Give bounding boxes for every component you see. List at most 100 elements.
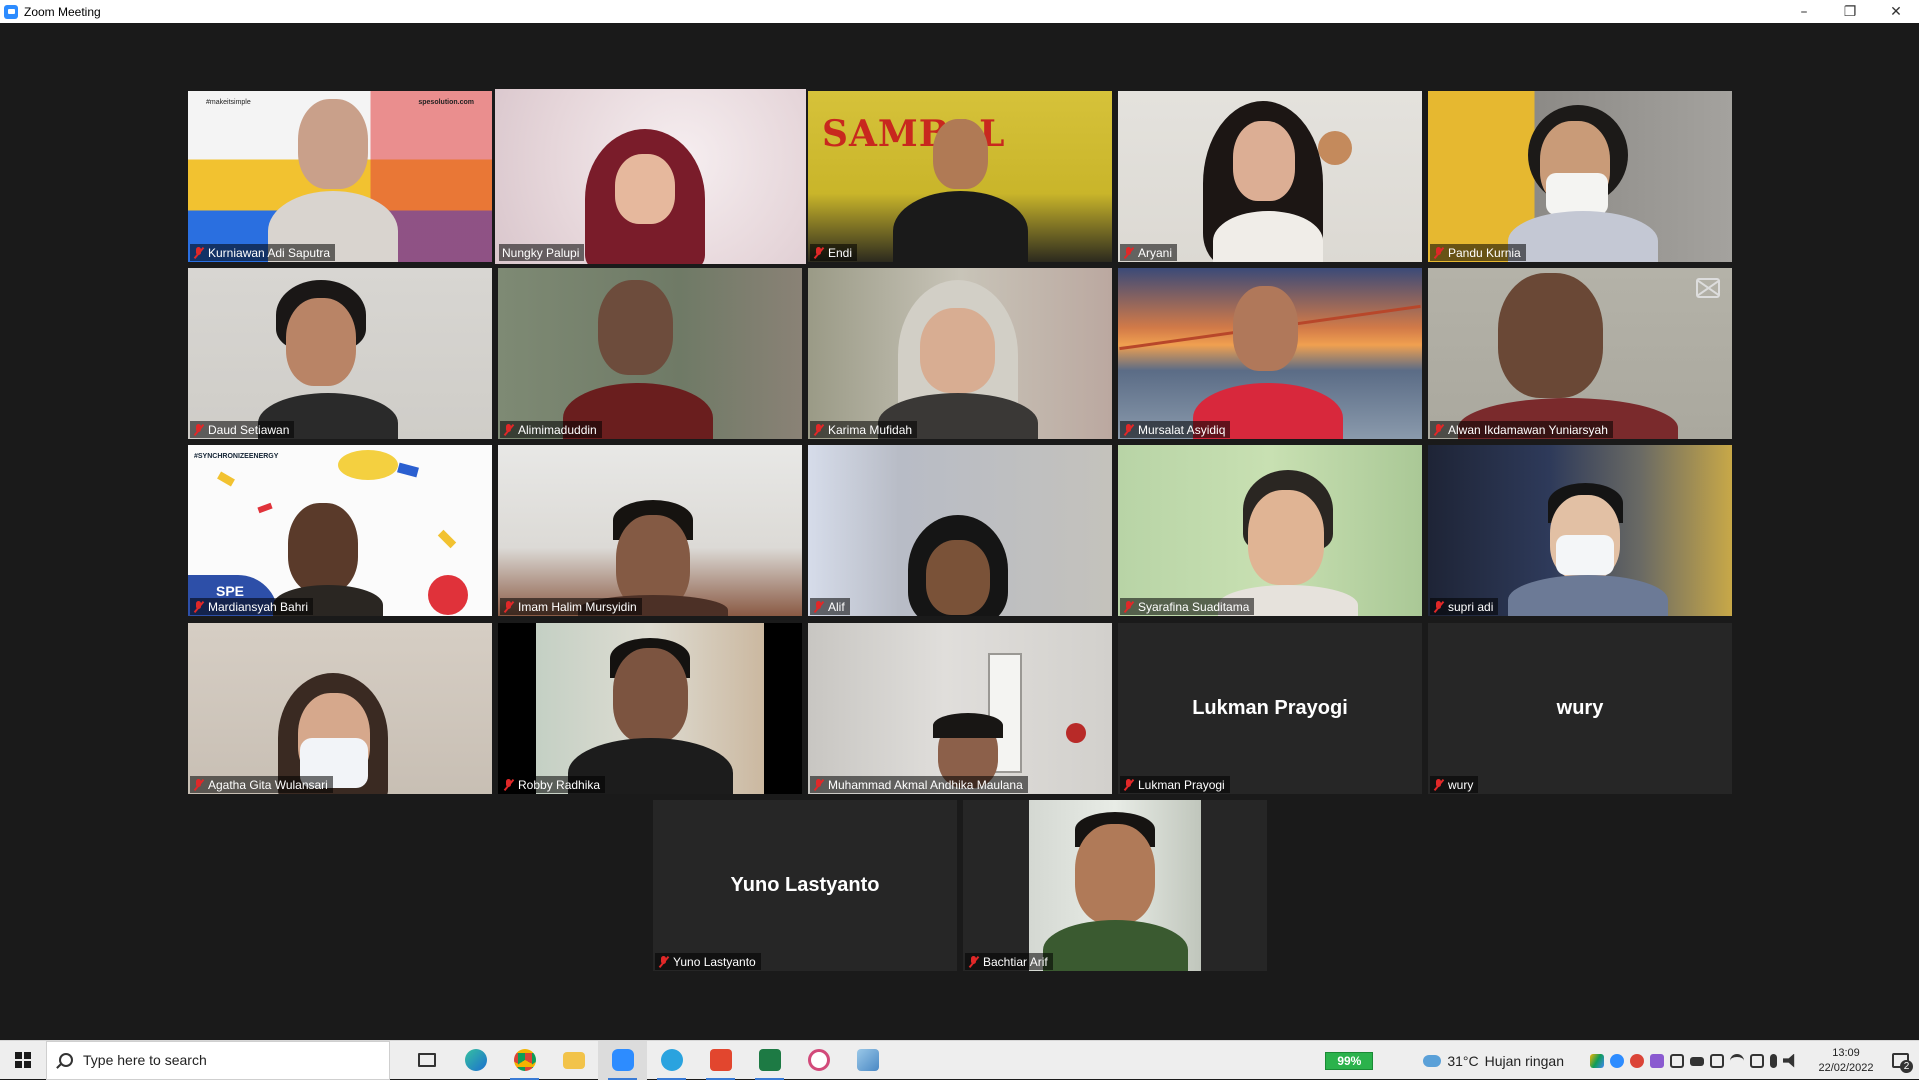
- google-drive-icon[interactable]: [1590, 1053, 1604, 1068]
- taskbar-app-zoom[interactable]: [598, 1040, 647, 1080]
- notification-center-button[interactable]: 2: [1881, 1041, 1919, 1080]
- taskbar-app-snipping[interactable]: [794, 1041, 843, 1080]
- mic-muted-icon: [813, 423, 824, 436]
- weather-cloud-icon: [1423, 1054, 1442, 1067]
- pdf-icon: [709, 1049, 732, 1071]
- system-clock[interactable]: 13:09 22/02/2022: [1811, 1046, 1881, 1076]
- taskbar-app-notes[interactable]: [843, 1041, 892, 1080]
- participant-tile[interactable]: Muhammad Akmal Andhika Maulana: [808, 623, 1112, 794]
- minimize-button[interactable]: –: [1781, 0, 1827, 23]
- start-button[interactable]: [0, 1041, 46, 1080]
- mic-muted-icon: [503, 600, 514, 613]
- network-icon[interactable]: [1750, 1053, 1764, 1068]
- mic-muted-icon: [1433, 423, 1444, 436]
- chrome-tray-icon[interactable]: [1630, 1053, 1644, 1068]
- tray-icons: [1590, 1053, 1797, 1068]
- name-label: supri adi: [1430, 598, 1499, 615]
- display-icon[interactable]: [1710, 1053, 1724, 1068]
- participant-tile[interactable]: supri adi: [1428, 445, 1732, 616]
- taskbar-app-chrome[interactable]: [500, 1041, 549, 1080]
- participant-tile[interactable]: Mursalat Asyidiq: [1118, 268, 1422, 439]
- participant-tile[interactable]: #SYNCHRONIZEENERGY SPE Mardiansyah Bahri: [188, 445, 492, 616]
- taskbar-apps: [402, 1040, 892, 1080]
- pen-icon[interactable]: [1650, 1053, 1664, 1068]
- name-label: Endi: [810, 244, 858, 261]
- participant-tile[interactable]: Yuno Lastyanto Yuno Lastyanto: [653, 800, 957, 971]
- windows-taskbar: Type here to search 99% 31°C Hujan ringa…: [0, 1040, 1919, 1080]
- participant-tile[interactable]: Pandu Kurnia: [1428, 91, 1732, 262]
- participant-tile[interactable]: Robby Radhika: [498, 623, 802, 794]
- mic-muted-icon: [968, 955, 979, 968]
- mic-muted-icon: [503, 778, 514, 791]
- name-label: Alif: [810, 598, 850, 615]
- notes-icon: [856, 1049, 879, 1071]
- mic-muted-icon: [1433, 600, 1444, 613]
- participant-tile[interactable]: Imam Halim Mursyidin: [498, 445, 802, 616]
- zoom-tray-icon[interactable]: [1610, 1053, 1624, 1068]
- participant-tile[interactable]: Karima Mufidah: [808, 268, 1112, 439]
- window-title: Zoom Meeting: [24, 4, 101, 19]
- tile-caption: #makeitsimple: [206, 99, 251, 106]
- close-button[interactable]: ✕: [1873, 0, 1919, 23]
- mic-muted-icon: [658, 955, 669, 968]
- name-label: Muhammad Akmal Andhika Maulana: [810, 776, 1028, 793]
- battery-indicator[interactable]: 99%: [1325, 1051, 1374, 1070]
- snipping-tool-icon: [807, 1049, 830, 1071]
- taskbar-app-excel[interactable]: [745, 1041, 794, 1080]
- participant-tile[interactable]: #makeitsimple spesolution.com Kurniawan …: [188, 91, 492, 262]
- mic-muted-icon: [813, 600, 824, 613]
- participant-tile[interactable]: Lukman Prayogi Lukman Prayogi: [1118, 623, 1422, 794]
- mic-muted-icon: [1123, 423, 1134, 436]
- chrome-icon: [513, 1049, 536, 1071]
- mic-muted-icon: [503, 423, 514, 436]
- name-label: Yuno Lastyanto: [655, 953, 761, 970]
- restore-button[interactable]: ❐: [1827, 0, 1873, 23]
- weather-widget[interactable]: 31°C Hujan ringan: [1423, 1053, 1564, 1069]
- volume-icon[interactable]: [1783, 1053, 1795, 1068]
- name-label: Bachtiar Arif: [965, 953, 1053, 970]
- participant-tile[interactable]: Aryani: [1118, 91, 1422, 262]
- microphone-icon[interactable]: [1770, 1053, 1777, 1068]
- participant-tile[interactable]: Alimimaduddin: [498, 268, 802, 439]
- participant-tile[interactable]: SAMBAL Endi: [808, 91, 1112, 262]
- name-label: wury: [1430, 776, 1479, 793]
- mic-muted-icon: [1123, 600, 1134, 613]
- mic-muted-icon: [813, 778, 824, 791]
- name-label: Robby Radhika: [500, 776, 606, 793]
- battery-tray-icon[interactable]: [1690, 1056, 1704, 1066]
- participant-tile[interactable]: Nungky Palupi: [495, 89, 806, 264]
- taskbar-app-edge[interactable]: [451, 1041, 500, 1080]
- task-view-button[interactable]: [402, 1041, 451, 1080]
- mic-muted-icon: [1123, 246, 1134, 259]
- mic-muted-icon: [1433, 246, 1444, 259]
- participant-tile[interactable]: Agatha Gita Wulansari: [188, 623, 492, 794]
- shield-icon[interactable]: [1670, 1053, 1684, 1068]
- mic-muted-icon: [1123, 778, 1134, 791]
- taskbar-app-telegram[interactable]: [647, 1041, 696, 1080]
- name-label: Lukman Prayogi: [1120, 776, 1230, 793]
- name-label: Aryani: [1120, 244, 1178, 261]
- weather-temperature: 31°C: [1447, 1052, 1479, 1069]
- participant-tile[interactable]: Alwan Ikdamawan Yuniarsyah: [1428, 268, 1732, 439]
- mic-muted-icon: [193, 600, 204, 613]
- taskbar-app-pdf-reader[interactable]: [696, 1041, 745, 1080]
- search-icon: [59, 1053, 73, 1067]
- participant-tile[interactable]: Syarafina Suaditama: [1118, 445, 1422, 616]
- window-titlebar: Zoom Meeting – ❐ ✕: [0, 0, 1919, 23]
- taskbar-app-explorer[interactable]: [549, 1041, 598, 1080]
- participant-tile[interactable]: Alif: [808, 445, 1112, 616]
- wifi-icon[interactable]: [1730, 1053, 1744, 1068]
- zoom-app-icon: [4, 4, 18, 19]
- hide-video-icon[interactable]: [1696, 278, 1720, 298]
- weather-description: Hujan ringan: [1484, 1052, 1564, 1069]
- folder-icon: [562, 1051, 585, 1069]
- participant-tile[interactable]: Daud Setiawan: [188, 268, 492, 439]
- taskbar-search[interactable]: Type here to search: [46, 1040, 390, 1080]
- window-controls: – ❐ ✕: [1781, 0, 1919, 23]
- participant-tile[interactable]: wury wury: [1428, 623, 1732, 794]
- name-label: Syarafina Suaditama: [1120, 598, 1255, 615]
- participant-tile[interactable]: Bachtiar Arif: [963, 800, 1267, 971]
- participant-name-placeholder: Lukman Prayogi: [1192, 697, 1348, 719]
- participant-name-placeholder: Yuno Lastyanto: [730, 874, 880, 896]
- mic-muted-icon: [193, 778, 204, 791]
